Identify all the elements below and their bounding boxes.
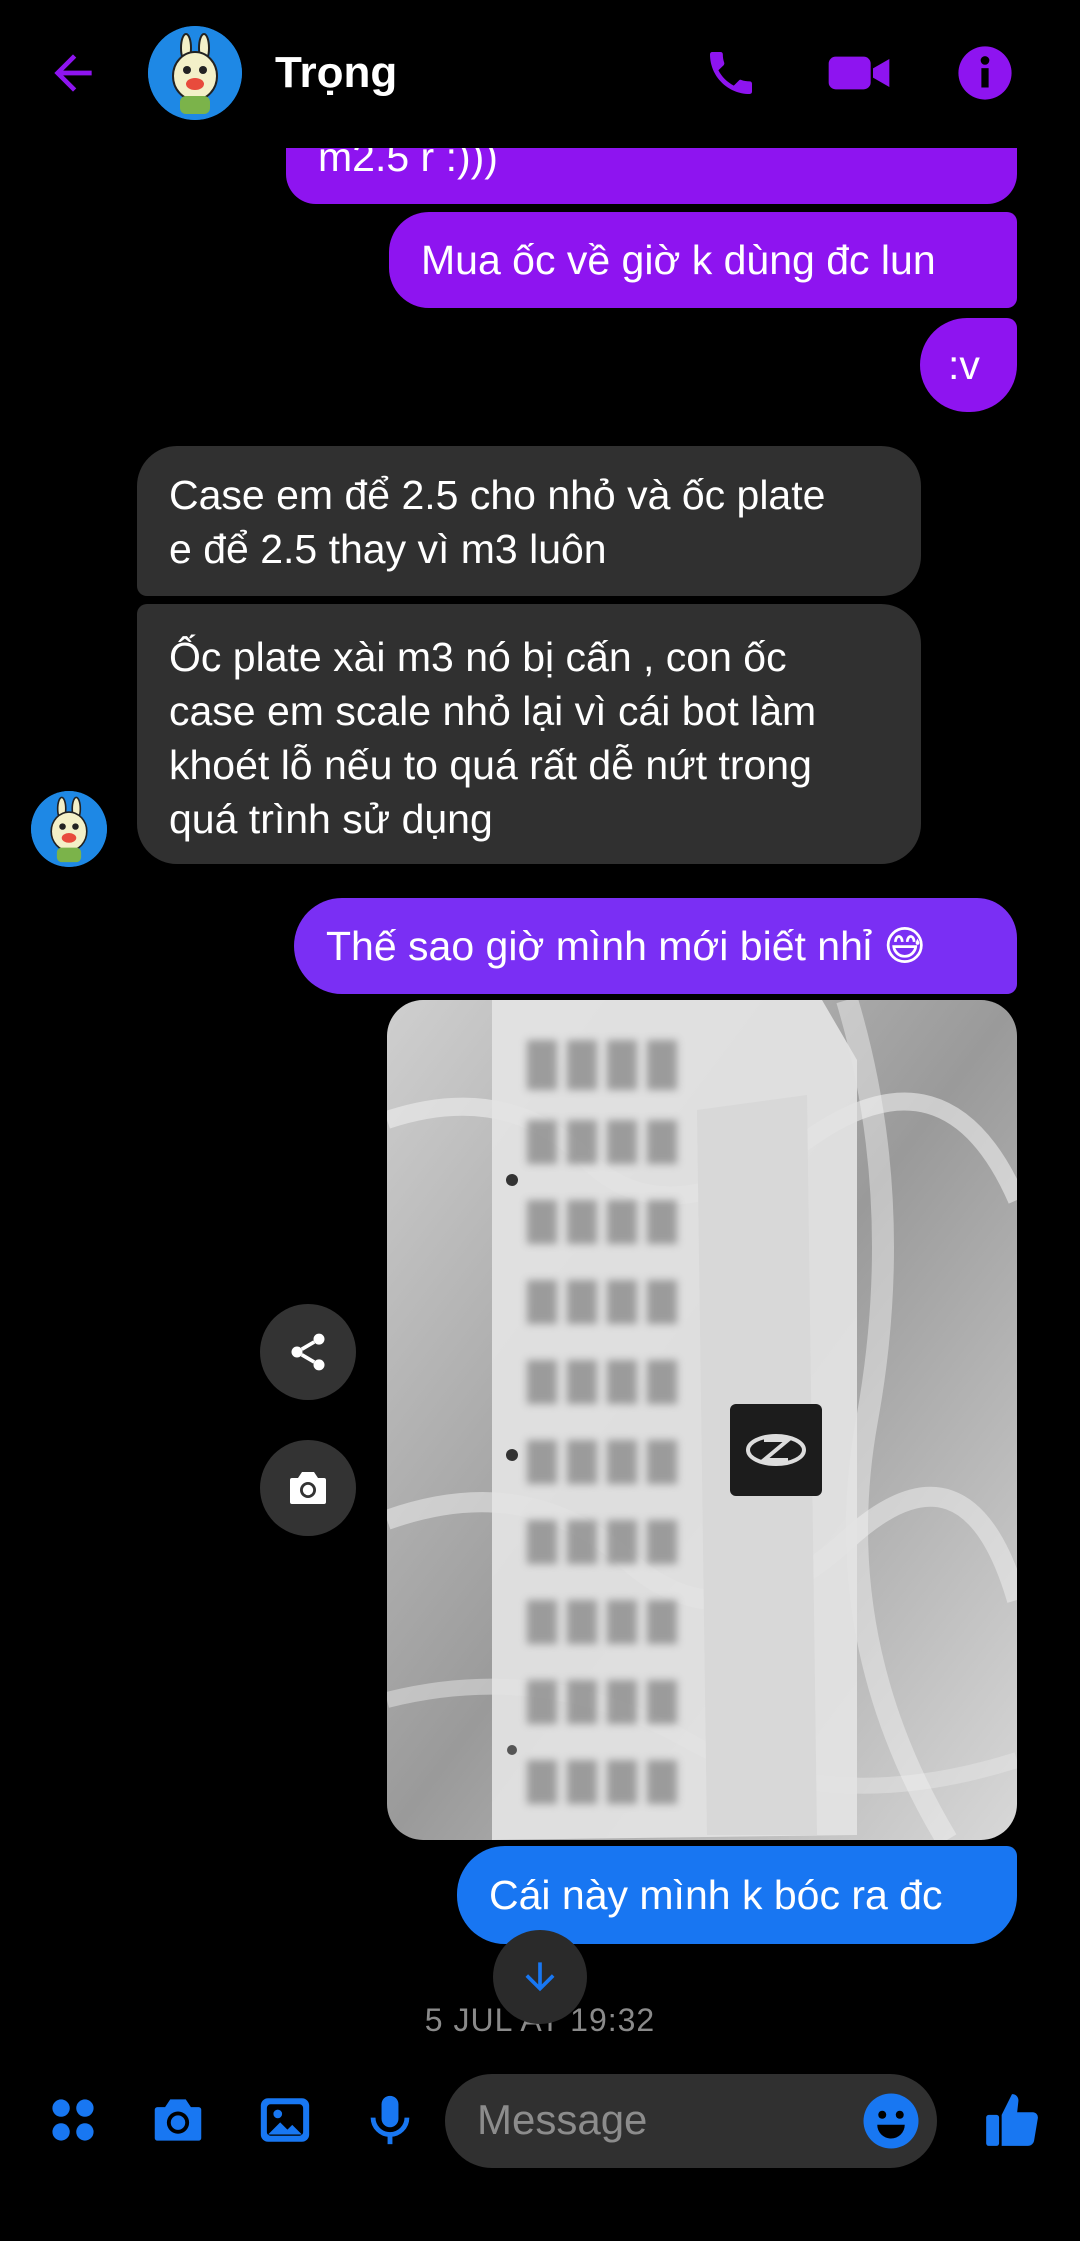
camera-button[interactable] xyxy=(138,2080,218,2160)
info-button[interactable] xyxy=(950,38,1020,108)
arrow-down-icon xyxy=(525,1962,555,1992)
avatar-image xyxy=(31,791,107,867)
apps-icon xyxy=(52,2099,94,2141)
video-camera-icon xyxy=(828,56,890,90)
info-icon xyxy=(958,46,1012,100)
save-photo-button[interactable] xyxy=(260,1440,356,1536)
phone-icon xyxy=(710,52,752,94)
share-icon xyxy=(291,1333,325,1371)
emoji-icon xyxy=(863,2093,919,2149)
message-input[interactable]: Message xyxy=(445,2074,937,2168)
share-photo-button[interactable] xyxy=(260,1304,356,1400)
chat-header: Trọng xyxy=(0,0,1080,148)
message-bubble-received[interactable]: Case em để 2.5 cho nhỏ và ốc plate e để … xyxy=(137,446,921,596)
keyboard-photo xyxy=(387,1000,1017,1840)
microphone-icon xyxy=(370,2095,410,2145)
message-bubble-sent[interactable]: Mua ốc về giờ k dùng đc lun xyxy=(389,212,1017,308)
message-placeholder: Message xyxy=(477,2096,648,2143)
gallery-icon xyxy=(260,2098,310,2142)
apps-button[interactable] xyxy=(33,2080,113,2160)
avatar-image xyxy=(148,26,242,120)
contact-name[interactable]: Trọng xyxy=(275,48,397,98)
message-bubble-received[interactable]: Ốc plate xài m3 nó bị cấn , con ốc case … xyxy=(137,604,921,864)
gallery-button[interactable] xyxy=(245,2080,325,2160)
back-button[interactable] xyxy=(38,38,108,108)
message-bubble-sent[interactable]: :v xyxy=(920,318,1017,412)
video-call-button[interactable] xyxy=(824,38,894,108)
camera-icon xyxy=(290,1472,326,1504)
sender-avatar[interactable] xyxy=(31,791,107,867)
thumbs-up-icon xyxy=(986,2094,1038,2146)
arrow-left-icon xyxy=(54,54,92,92)
voice-message-button[interactable] xyxy=(350,2080,430,2160)
call-button[interactable] xyxy=(696,38,766,108)
avatar[interactable] xyxy=(148,26,242,120)
like-button[interactable] xyxy=(972,2080,1052,2160)
camera-icon xyxy=(154,2099,202,2141)
scroll-to-bottom-button[interactable] xyxy=(493,1930,587,2024)
photo-message[interactable] xyxy=(387,1000,1017,1840)
message-bubble-sent[interactable]: Thế sao giờ mình mới biết nhỉ 😅 xyxy=(294,898,1017,994)
emoji-button[interactable] xyxy=(861,2091,921,2151)
